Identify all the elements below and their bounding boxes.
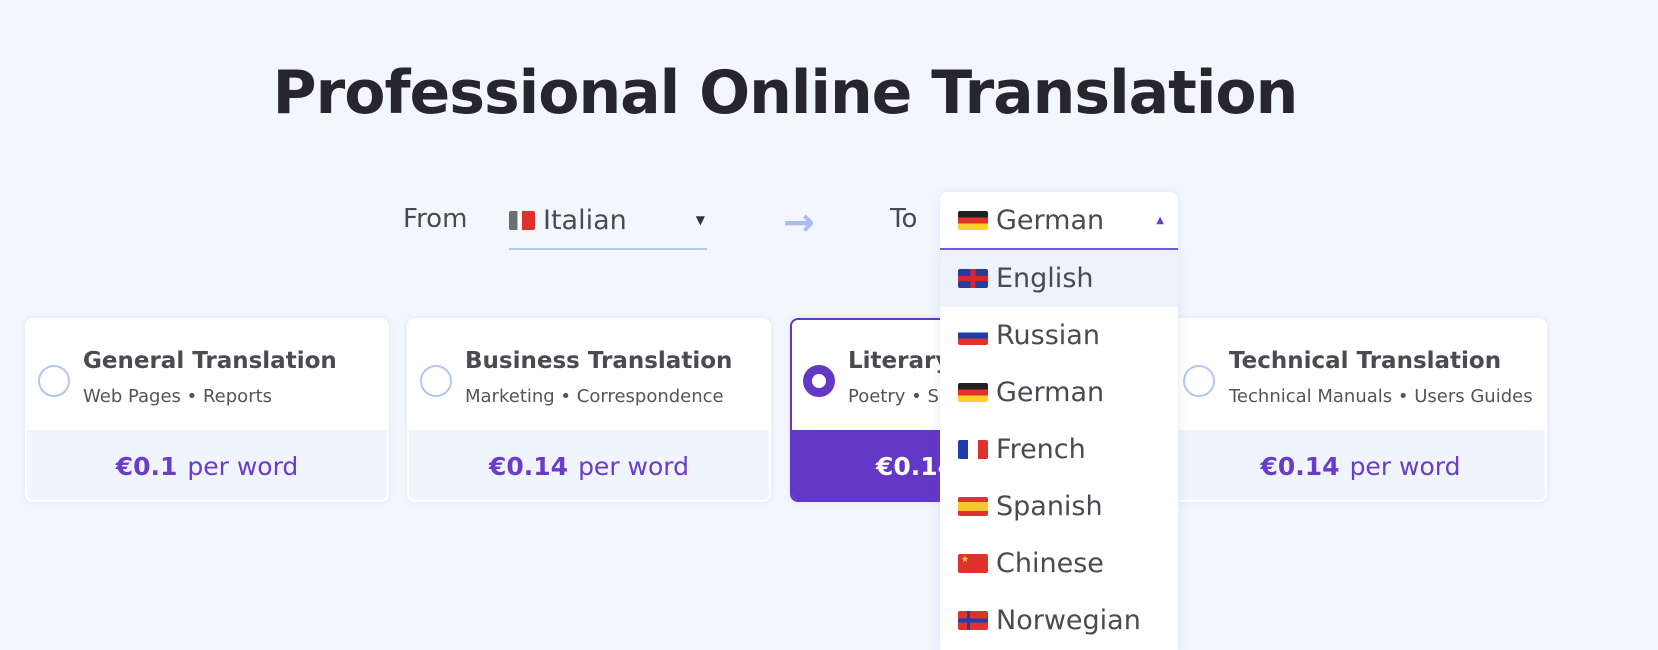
radio-button-selected[interactable] [803,365,835,397]
card-title: Business Translation [465,348,733,374]
to-language-select[interactable]: German ▲ [940,192,1178,250]
france-flag-icon [958,440,988,459]
plan-card-business[interactable]: Business Translation Marketing • Corresp… [407,318,771,502]
price-value: €0.14 [1260,451,1340,481]
option-label: English [996,263,1094,294]
option-label: Russian [996,320,1100,351]
russia-flag-icon [958,326,988,345]
arrow-right-icon: → [783,200,815,244]
germany-flag-icon [958,383,988,402]
spain-flag-icon [958,497,988,516]
price-unit: per word [578,451,689,481]
plan-card-general[interactable]: General Translation Web Pages • Reports … [25,318,389,502]
to-language-dropdown: English Russian German French Spanish ★ C… [940,250,1178,650]
option-chinese[interactable]: ★ Chinese [940,535,1178,592]
option-norwegian[interactable]: Norwegian [940,592,1178,649]
from-language-value: Italian [543,204,627,236]
option-label: Chinese [996,548,1104,579]
card-price: €0.1 per word [27,430,387,500]
card-price: €0.14 per word [1156,430,1545,500]
chevron-down-icon: ▼ [695,213,705,227]
card-title: General Translation [83,348,337,374]
norway-flag-icon [958,611,988,630]
price-value: €0.1 [115,451,178,481]
card-price: €0.14 per word [409,430,769,500]
card-subtitle: Poetry • Sa [848,386,950,407]
germany-flag-icon [958,210,988,230]
to-label: To [890,204,918,234]
option-label: German [996,377,1105,408]
card-subtitle: Marketing • Correspondence [465,386,724,407]
radio-button[interactable] [420,365,452,397]
from-language-select[interactable]: Italian ▼ [509,192,707,250]
card-title: Technical Translation [1229,348,1502,374]
card-subtitle: Web Pages • Reports [83,386,273,407]
option-spanish[interactable]: Spanish [940,478,1178,535]
option-english[interactable]: English [940,250,1178,307]
radio-button[interactable] [38,365,70,397]
option-label: Norwegian [996,605,1141,636]
price-unit: per word [187,451,299,481]
option-label: French [996,434,1086,465]
option-russian[interactable]: Russian [940,307,1178,364]
italy-flag-icon [509,210,535,230]
plan-card-technical[interactable]: Technical Translation Technical Manuals … [1154,318,1547,502]
card-title: Literary [848,348,951,374]
chevron-up-icon: ▲ [1156,214,1164,226]
to-language-value: German [996,204,1105,236]
price-unit: per word [1349,451,1461,481]
price-value: €0.14 [488,451,569,481]
page-title: Professional Online Translation [272,58,1299,128]
option-french[interactable]: French [940,421,1178,478]
uk-flag-icon [958,269,988,288]
china-flag-icon: ★ [958,554,988,573]
card-subtitle: Technical Manuals • Users Guides [1229,386,1533,407]
option-label: Spanish [996,491,1103,522]
option-german[interactable]: German [940,364,1178,421]
from-label: From [403,204,468,234]
radio-button[interactable] [1183,365,1215,397]
